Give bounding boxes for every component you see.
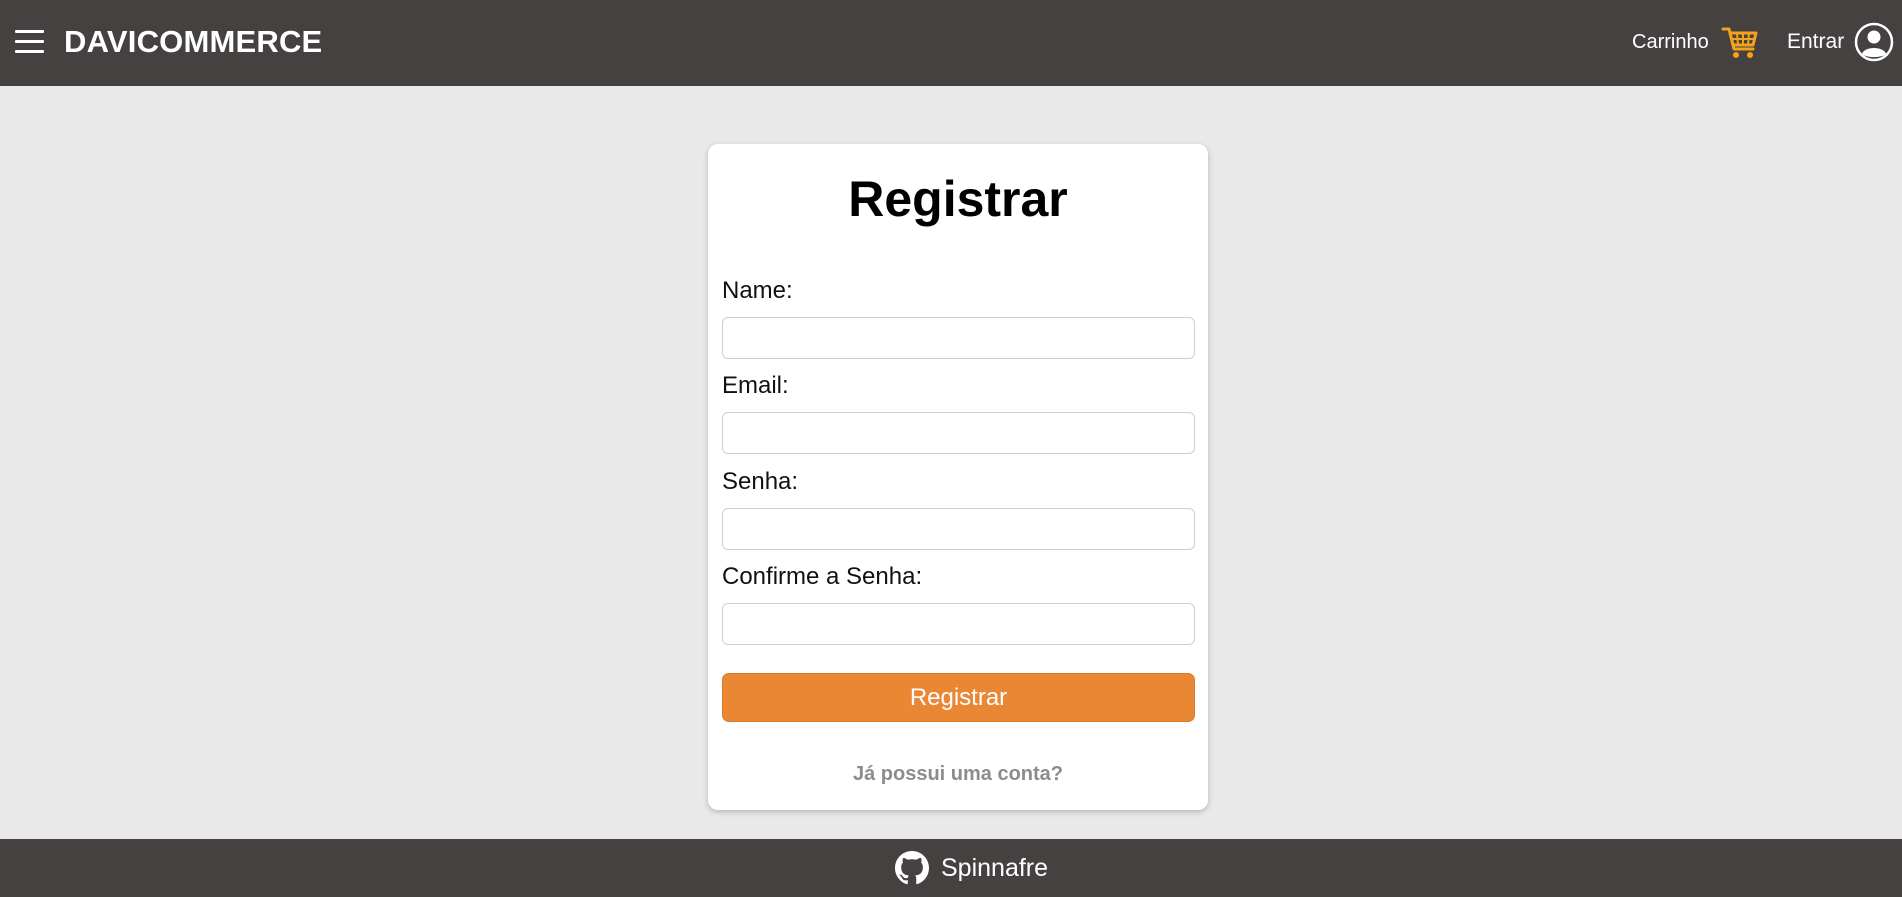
page-title: Registrar bbox=[848, 171, 1068, 227]
password-label: Senha: bbox=[722, 468, 799, 495]
github-link[interactable]: Spinnafre bbox=[895, 849, 1048, 887]
password-input[interactable] bbox=[722, 508, 1195, 550]
already-have-account-link[interactable]: Já possui uma conta? bbox=[708, 763, 1208, 786]
footer: Spinnafre bbox=[0, 839, 1902, 897]
top-navbar: DAVICOMMERCE Carrinho Entrar bbox=[0, 0, 1902, 86]
confirm-password-input[interactable] bbox=[722, 603, 1195, 645]
user-circle-icon bbox=[1854, 22, 1894, 62]
cart-label: Carrinho bbox=[1632, 30, 1709, 53]
confirm-password-label: Confirme a Senha: bbox=[722, 563, 923, 590]
register-button[interactable]: Registrar bbox=[722, 673, 1195, 722]
cart-link[interactable]: Carrinho bbox=[1632, 20, 1759, 64]
hamburger-menu-icon[interactable] bbox=[15, 28, 44, 56]
login-label: Entrar bbox=[1787, 30, 1845, 53]
login-link[interactable]: Entrar bbox=[1787, 20, 1894, 64]
email-input[interactable] bbox=[722, 412, 1195, 454]
github-icon bbox=[895, 851, 929, 885]
name-label: Name: bbox=[722, 277, 793, 304]
brand-logo-text[interactable]: DAVICOMMERCE bbox=[64, 24, 322, 60]
name-input[interactable] bbox=[722, 317, 1195, 359]
register-card: Registrar Name: Email: Senha: Confirme a… bbox=[708, 144, 1208, 810]
shopping-cart-icon bbox=[1721, 27, 1758, 58]
footer-github-label: Spinnafre bbox=[941, 853, 1049, 882]
email-label: Email: bbox=[722, 372, 789, 399]
